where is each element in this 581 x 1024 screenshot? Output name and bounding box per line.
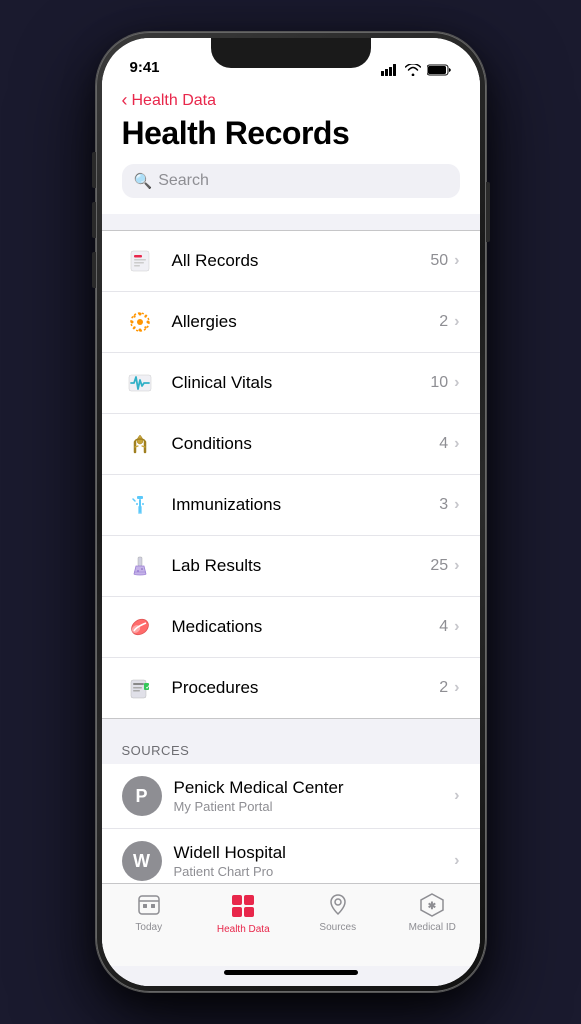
back-label: Health Data <box>132 92 217 110</box>
phone-screen: 9:41 <box>102 38 480 986</box>
widell-name: Widell Hospital <box>174 843 455 863</box>
list-item-conditions[interactable]: Conditions 4 › <box>102 414 480 475</box>
list-item-medications[interactable]: Medications 4 › <box>102 597 480 658</box>
tab-medical-id[interactable]: ✱ Medical ID <box>385 892 480 933</box>
search-bar[interactable]: 🔍 Search <box>122 164 460 198</box>
medications-count: 4 <box>439 618 448 636</box>
medical-id-tab-icon: ✱ <box>419 892 445 918</box>
conditions-label: Conditions <box>172 434 440 454</box>
immunizations-icon <box>122 487 158 523</box>
procedures-count: 2 <box>439 679 448 697</box>
medications-icon <box>122 609 158 645</box>
penick-name: Penick Medical Center <box>174 778 455 798</box>
sources-tab-label: Sources <box>319 922 356 933</box>
health-data-tab-label: Health Data <box>217 924 270 935</box>
tab-sources[interactable]: Sources <box>291 892 386 933</box>
source-item-penick[interactable]: P Penick Medical Center My Patient Porta… <box>102 764 480 829</box>
tab-today[interactable]: Today <box>102 892 197 933</box>
today-tab-label: Today <box>135 922 162 933</box>
signal-icon <box>381 64 399 76</box>
main-scroll[interactable]: ‹ Health Data Health Records 🔍 Search <box>102 82 480 883</box>
all-records-count: 50 <box>430 252 448 270</box>
conditions-icon <box>122 426 158 462</box>
tab-bar: Today Health Data So <box>102 883 480 966</box>
back-chevron-icon: ‹ <box>122 90 128 111</box>
medications-label: Medications <box>172 617 440 637</box>
clinical-vitals-label: Clinical Vitals <box>172 373 431 393</box>
lab-results-icon <box>122 548 158 584</box>
all-records-icon <box>122 243 158 279</box>
allergies-label: Allergies <box>172 312 440 332</box>
clinical-vitals-icon <box>122 365 158 401</box>
svg-text:✱: ✱ <box>428 901 437 912</box>
allergies-count: 2 <box>439 313 448 331</box>
svg-text:✓: ✓ <box>145 685 150 691</box>
medical-id-tab-label: Medical ID <box>409 922 456 933</box>
battery-icon <box>427 64 452 76</box>
lab-results-count: 25 <box>430 557 448 575</box>
phone-frame: 9:41 <box>96 32 486 992</box>
penick-chevron-icon: › <box>454 787 459 805</box>
search-icon: 🔍 <box>134 172 153 190</box>
back-link[interactable]: ‹ Health Data <box>122 90 460 111</box>
page-title: Health Records <box>122 115 460 152</box>
all-records-label: All Records <box>172 251 431 271</box>
sources-header: SOURCES <box>102 735 480 764</box>
penick-sub: My Patient Portal <box>174 799 455 814</box>
procedures-chevron-icon: › <box>454 679 459 697</box>
screen-content: 9:41 <box>102 38 480 986</box>
list-item-allergies[interactable]: Allergies 2 › <box>102 292 480 353</box>
list-item-immunizations[interactable]: Immunizations 3 › <box>102 475 480 536</box>
widell-chevron-icon: › <box>454 852 459 870</box>
widell-avatar: W <box>122 841 162 881</box>
widell-sub: Patient Chart Pro <box>174 864 455 879</box>
wifi-icon <box>405 64 421 76</box>
notch <box>211 38 371 68</box>
list-item-clinical-vitals[interactable]: Clinical Vitals 10 › <box>102 353 480 414</box>
lab-results-label: Lab Results <box>172 556 431 576</box>
status-time: 9:41 <box>130 59 160 76</box>
conditions-chevron-icon: › <box>454 435 459 453</box>
search-placeholder: Search <box>158 172 209 190</box>
penick-text: Penick Medical Center My Patient Portal <box>174 778 455 814</box>
procedures-icon: ✓ <box>122 670 158 706</box>
list-item-all-records[interactable]: All Records 50 › <box>102 231 480 292</box>
allergies-chevron-icon: › <box>454 313 459 331</box>
procedures-label: Procedures <box>172 678 440 698</box>
immunizations-label: Immunizations <box>172 495 440 515</box>
penick-avatar: P <box>122 776 162 816</box>
sources-tab-icon <box>325 892 351 918</box>
lab-results-chevron-icon: › <box>454 557 459 575</box>
health-data-tab-icon <box>229 892 257 920</box>
conditions-count: 4 <box>439 435 448 453</box>
tab-health-data[interactable]: Health Data <box>196 892 291 935</box>
immunizations-chevron-icon: › <box>454 496 459 514</box>
home-indicator-area <box>102 966 480 986</box>
records-list: All Records 50 › <box>102 230 480 719</box>
home-indicator <box>224 970 358 975</box>
allergies-icon <box>122 304 158 340</box>
widell-text: Widell Hospital Patient Chart Pro <box>174 843 455 879</box>
clinical-vitals-count: 10 <box>430 374 448 392</box>
all-records-chevron-icon: › <box>454 252 459 270</box>
status-icons <box>381 64 452 76</box>
immunizations-count: 3 <box>439 496 448 514</box>
sources-section: SOURCES P Penick Medical Center My Patie… <box>102 735 480 883</box>
list-item-lab-results[interactable]: Lab Results 25 › <box>102 536 480 597</box>
header-area: ‹ Health Data Health Records 🔍 Search <box>102 82 480 214</box>
clinical-vitals-chevron-icon: › <box>454 374 459 392</box>
medications-chevron-icon: › <box>454 618 459 636</box>
list-item-procedures[interactable]: ✓ Procedures 2 › <box>102 658 480 718</box>
today-tab-icon <box>136 892 162 918</box>
source-item-widell[interactable]: W Widell Hospital Patient Chart Pro › <box>102 829 480 883</box>
